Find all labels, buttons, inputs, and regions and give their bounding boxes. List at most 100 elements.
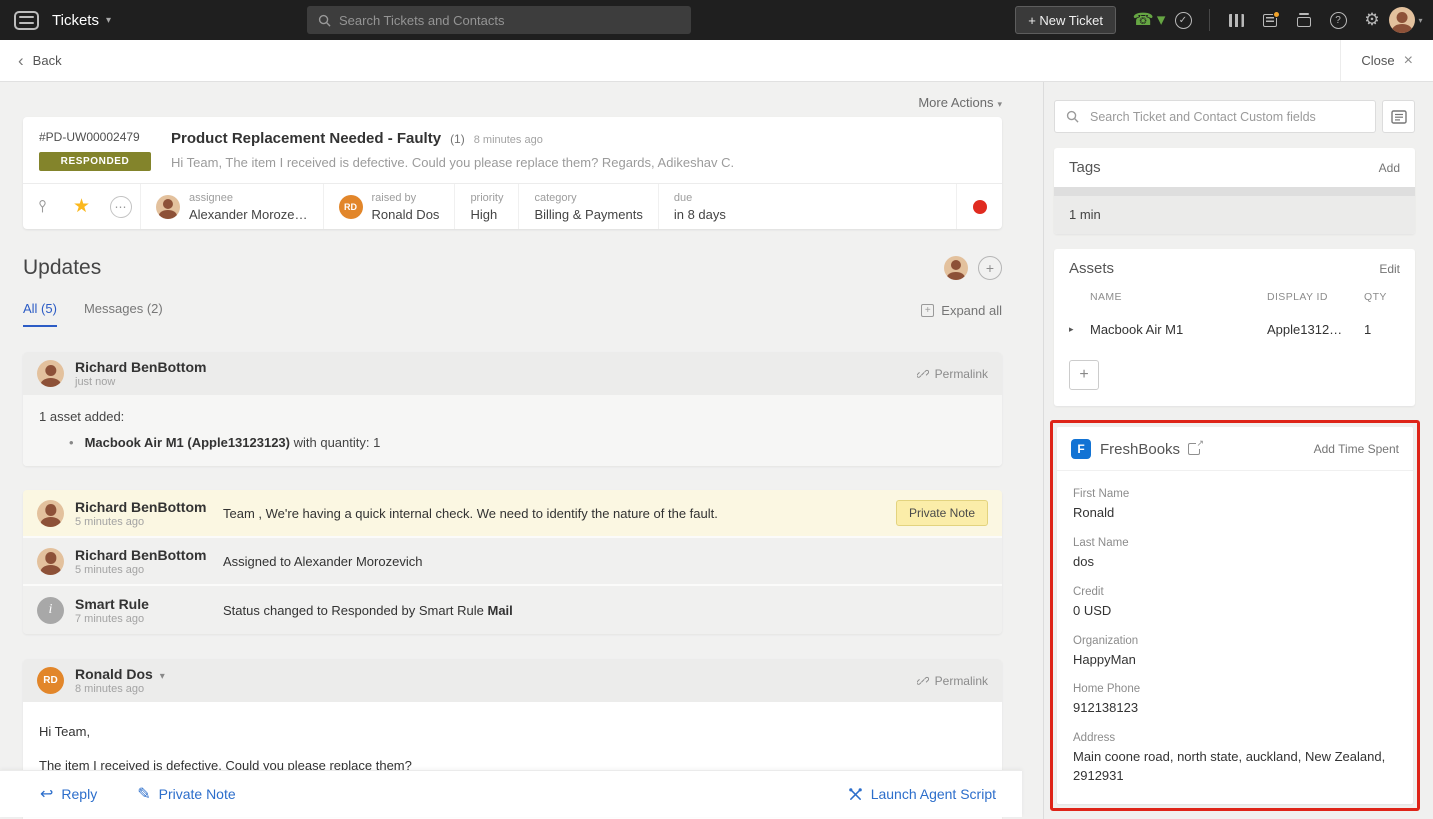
author-name: Richard BenBottom xyxy=(75,359,206,375)
field-value: in 8 days xyxy=(674,207,726,222)
field-assignee[interactable]: assignee Alexander Moroze… xyxy=(140,184,323,229)
permalink-label: Permalink xyxy=(935,367,988,381)
author-avatar xyxy=(37,500,64,527)
phone-icon[interactable]: ☎▾ xyxy=(1132,0,1166,40)
field-label: First Name xyxy=(1073,488,1397,500)
app: Tickets ▾ + New Ticket ☎▾ ✓ ? ⚙ ▾ ‹ Back… xyxy=(0,0,1433,819)
tab-messages[interactable]: Messages (2) xyxy=(84,301,163,327)
settings-gear-icon[interactable]: ⚙ xyxy=(1355,0,1389,40)
new-ticket-button[interactable]: + New Ticket xyxy=(1015,6,1116,34)
add-time-spent-button[interactable]: Add Time Spent xyxy=(1314,442,1399,456)
notification-dot xyxy=(1273,11,1280,18)
update-time: 8 minutes ago xyxy=(75,683,165,695)
module-title[interactable]: Tickets xyxy=(52,12,99,29)
expand-all-label: Expand all xyxy=(941,303,1002,318)
ticket-id: #PD-UW00002479 xyxy=(39,130,151,144)
freshbooks-logo: F xyxy=(1071,439,1091,459)
profile-menu[interactable]: ▾ xyxy=(1389,0,1423,40)
field-priority[interactable]: priority High xyxy=(454,184,518,229)
custom-fields-search-input[interactable] xyxy=(1054,100,1376,133)
assets-edit-button[interactable]: Edit xyxy=(1379,262,1400,276)
launch-agent-script-label: Launch Agent Script xyxy=(871,786,996,802)
global-search xyxy=(307,6,691,34)
expand-row-chevron-icon[interactable]: ▸ xyxy=(1069,324,1090,335)
reply-icon: ↩ xyxy=(40,784,53,804)
update-item-status-change: i Smart Rule 7 minutes ago Status change… xyxy=(23,586,1002,634)
global-search-input[interactable] xyxy=(307,6,691,34)
permalink-link[interactable]: Permalink xyxy=(917,367,988,381)
announcements-icon[interactable] xyxy=(1253,0,1287,40)
external-link-icon[interactable]: ↗ xyxy=(1188,443,1200,455)
more-actions: More Actions▾ xyxy=(23,95,1002,110)
private-note-button[interactable]: ✎ Private Note xyxy=(137,784,235,804)
module-chevron-down-icon[interactable]: ▾ xyxy=(106,15,111,26)
asset-display-id: Apple1312… xyxy=(1267,322,1364,337)
app-switcher-icon[interactable] xyxy=(14,11,39,30)
more-actions-button[interactable]: More Actions▾ xyxy=(918,95,1002,110)
update-item-asset-added: Richard BenBottom just now Permalink 1 a… xyxy=(23,352,1002,466)
apps-stack-icon[interactable] xyxy=(1287,0,1321,40)
ticket-summary-head: #PD-UW00002479 RESPONDED Product Replace… xyxy=(23,117,1002,183)
sidebar-panel-toggle-button[interactable] xyxy=(1382,100,1415,133)
tab-all[interactable]: All (5) xyxy=(23,301,57,327)
freshbooks-field: First Name Ronald xyxy=(1073,488,1397,523)
author-name: Ronald Dos ▾ xyxy=(75,666,165,682)
column-qty: QTY xyxy=(1364,291,1400,303)
ticket-title[interactable]: Product Replacement Needed - Faulty xyxy=(171,130,441,147)
field-value: 0 USD xyxy=(1073,602,1397,621)
message-line: Hi Team, xyxy=(39,724,986,739)
field-value: High xyxy=(470,207,503,222)
activity-text: Status changed to Responded by Smart Rul… xyxy=(223,603,513,618)
red-dot-icon xyxy=(973,200,987,214)
column-display-id: DISPLAY ID xyxy=(1267,291,1364,303)
freshbooks-field: Address Main coone road, north state, au… xyxy=(1073,732,1397,786)
field-label: Last Name xyxy=(1073,537,1397,549)
activity-text: Assigned to Alexander Morozevich xyxy=(223,554,422,569)
ticket-sidebar: Tags Add 1 min Assets Edit NAME DISPLAY … xyxy=(1043,82,1433,819)
asset-qty-text: with quantity: 1 xyxy=(290,435,380,450)
pin-icon[interactable] xyxy=(23,184,62,229)
field-due[interactable]: due in 8 days xyxy=(658,184,741,229)
assets-card: Assets Edit NAME DISPLAY ID QTY ▸ Macboo… xyxy=(1054,249,1415,406)
column-name: NAME xyxy=(1069,291,1267,303)
add-asset-button[interactable]: + xyxy=(1069,360,1099,390)
author-chevron-down-icon[interactable]: ▾ xyxy=(160,671,165,682)
permalink-link[interactable]: Permalink xyxy=(917,674,988,688)
watcher-avatar[interactable] xyxy=(944,256,968,280)
tags-add-button[interactable]: Add xyxy=(1379,161,1400,175)
author-name-text: Ronald Dos xyxy=(75,666,153,682)
more-actions-chevron-icon: ▾ xyxy=(997,99,1002,109)
panel-layout-icon xyxy=(1391,110,1407,124)
compose-icon: ✎ xyxy=(137,784,150,804)
updates-title: Updates xyxy=(23,256,101,280)
star-icon[interactable]: ★ xyxy=(62,184,101,229)
field-value: Alexander Moroze… xyxy=(189,207,308,222)
expand-all-button[interactable]: + Expand all xyxy=(921,303,1002,327)
field-value: HappyMan xyxy=(1073,651,1397,670)
back-button[interactable]: ‹ Back xyxy=(0,40,80,81)
permalink-icon xyxy=(917,368,929,380)
reply-button[interactable]: ↩ Reply xyxy=(40,784,97,804)
help-icon[interactable]: ? xyxy=(1321,0,1355,40)
tags-title: Tags xyxy=(1069,159,1101,176)
tags-card: Tags Add 1 min xyxy=(1054,148,1415,234)
field-label: Home Phone xyxy=(1073,683,1397,695)
field-raised-by[interactable]: RD raised by Ronald Dos xyxy=(323,184,455,229)
ticket-more-options-icon[interactable]: ⋯ xyxy=(101,184,140,229)
close-button[interactable]: Close × xyxy=(1340,40,1433,81)
status-badge: RESPONDED xyxy=(39,152,151,171)
field-value: Ronald xyxy=(1073,504,1397,523)
back-chevron-icon: ‹ xyxy=(18,52,24,69)
launch-agent-script-button[interactable]: Launch Agent Script xyxy=(848,786,996,802)
tags-partial-row xyxy=(1054,187,1415,196)
todo-check-icon[interactable]: ✓ xyxy=(1166,0,1200,40)
user-avatar xyxy=(1389,7,1415,33)
boards-icon[interactable] xyxy=(1219,0,1253,40)
asset-row[interactable]: ▸ Macbook Air M1 Apple1312… 1 xyxy=(1054,312,1415,347)
field-category[interactable]: category Billing & Payments xyxy=(518,184,657,229)
ticket-thread-count: (1) xyxy=(450,132,465,146)
field-value: Main coone road, north state, auckland, … xyxy=(1073,748,1397,786)
add-watcher-button[interactable]: + xyxy=(978,256,1002,280)
agent-script-icon xyxy=(848,787,863,802)
assignee-avatar xyxy=(156,195,180,219)
